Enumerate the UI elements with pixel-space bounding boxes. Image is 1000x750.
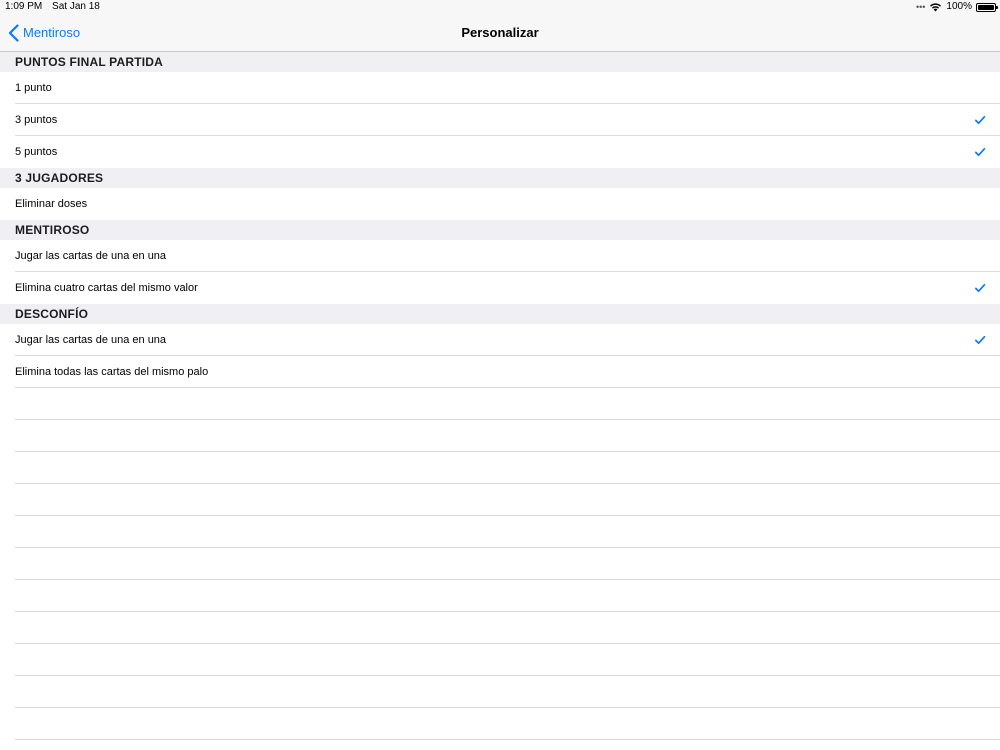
- checkmark-icon: [974, 147, 986, 157]
- empty-row: [0, 580, 1000, 612]
- wifi-icon: [930, 3, 942, 12]
- option-label: Jugar las cartas de una en una: [15, 334, 167, 346]
- option-label: Elimina todas las cartas del mismo palo: [15, 366, 209, 378]
- option-desconfio-una-en-una[interactable]: Jugar las cartas de una en una: [0, 324, 1000, 356]
- option-label: 5 puntos: [15, 146, 58, 158]
- empty-row: [0, 420, 1000, 452]
- settings-table: PUNTOS FINAL PARTIDA 1 punto 3 puntos 5 …: [0, 52, 1000, 740]
- option-3-puntos[interactable]: 3 puntos: [0, 104, 1000, 136]
- navigation-bar: Mentiroso Personalizar: [0, 14, 1000, 52]
- empty-row: [0, 676, 1000, 708]
- option-eliminar-doses[interactable]: Eliminar doses: [0, 188, 1000, 220]
- battery-icon: [976, 2, 998, 12]
- option-1-punto[interactable]: 1 punto: [0, 72, 1000, 104]
- option-label: Eliminar doses: [15, 198, 88, 210]
- section-header-3-jugadores: 3 JUGADORES: [0, 168, 1000, 188]
- checkmark-icon: [974, 115, 986, 125]
- option-5-puntos[interactable]: 5 puntos: [0, 136, 1000, 168]
- option-label: Elimina cuatro cartas del mismo valor: [15, 282, 198, 294]
- battery-percent: 100%: [946, 1, 972, 12]
- multitasking-dots-icon: •••: [915, 2, 926, 12]
- checkmark-icon: [974, 335, 986, 345]
- empty-row: [0, 708, 1000, 740]
- status-time: 1:09 PM: [5, 1, 43, 12]
- option-label: Jugar las cartas de una en una: [15, 250, 167, 262]
- section-header-desconfio: DESCONFÍO: [0, 304, 1000, 324]
- empty-row: [0, 548, 1000, 580]
- empty-row: [0, 516, 1000, 548]
- status-date: Sat Jan 18: [52, 1, 100, 12]
- section-header-puntos: PUNTOS FINAL PARTIDA: [0, 52, 1000, 72]
- empty-row: [0, 452, 1000, 484]
- page-title: Personalizar: [461, 25, 539, 40]
- option-mentiroso-cuatro-cartas[interactable]: Elimina cuatro cartas del mismo valor: [0, 272, 1000, 304]
- section-header-mentiroso: MENTIROSO: [0, 220, 1000, 240]
- option-desconfio-mismo-palo[interactable]: Elimina todas las cartas del mismo palo: [0, 356, 1000, 388]
- status-left: 1:09 PM Sat Jan 18: [5, 0, 100, 14]
- empty-row: [0, 644, 1000, 676]
- empty-row: [0, 612, 1000, 644]
- option-label: 1 punto: [15, 82, 52, 94]
- empty-row: [0, 388, 1000, 420]
- checkmark-icon: [974, 283, 986, 293]
- empty-row: [0, 484, 1000, 516]
- option-mentiroso-una-en-una[interactable]: Jugar las cartas de una en una: [0, 240, 1000, 272]
- option-label: 3 puntos: [15, 114, 58, 126]
- status-right: ••• 100%: [915, 0, 998, 14]
- battery-fill: [978, 4, 994, 10]
- status-bar: 1:09 PM Sat Jan 18 ••• 100%: [0, 0, 1000, 14]
